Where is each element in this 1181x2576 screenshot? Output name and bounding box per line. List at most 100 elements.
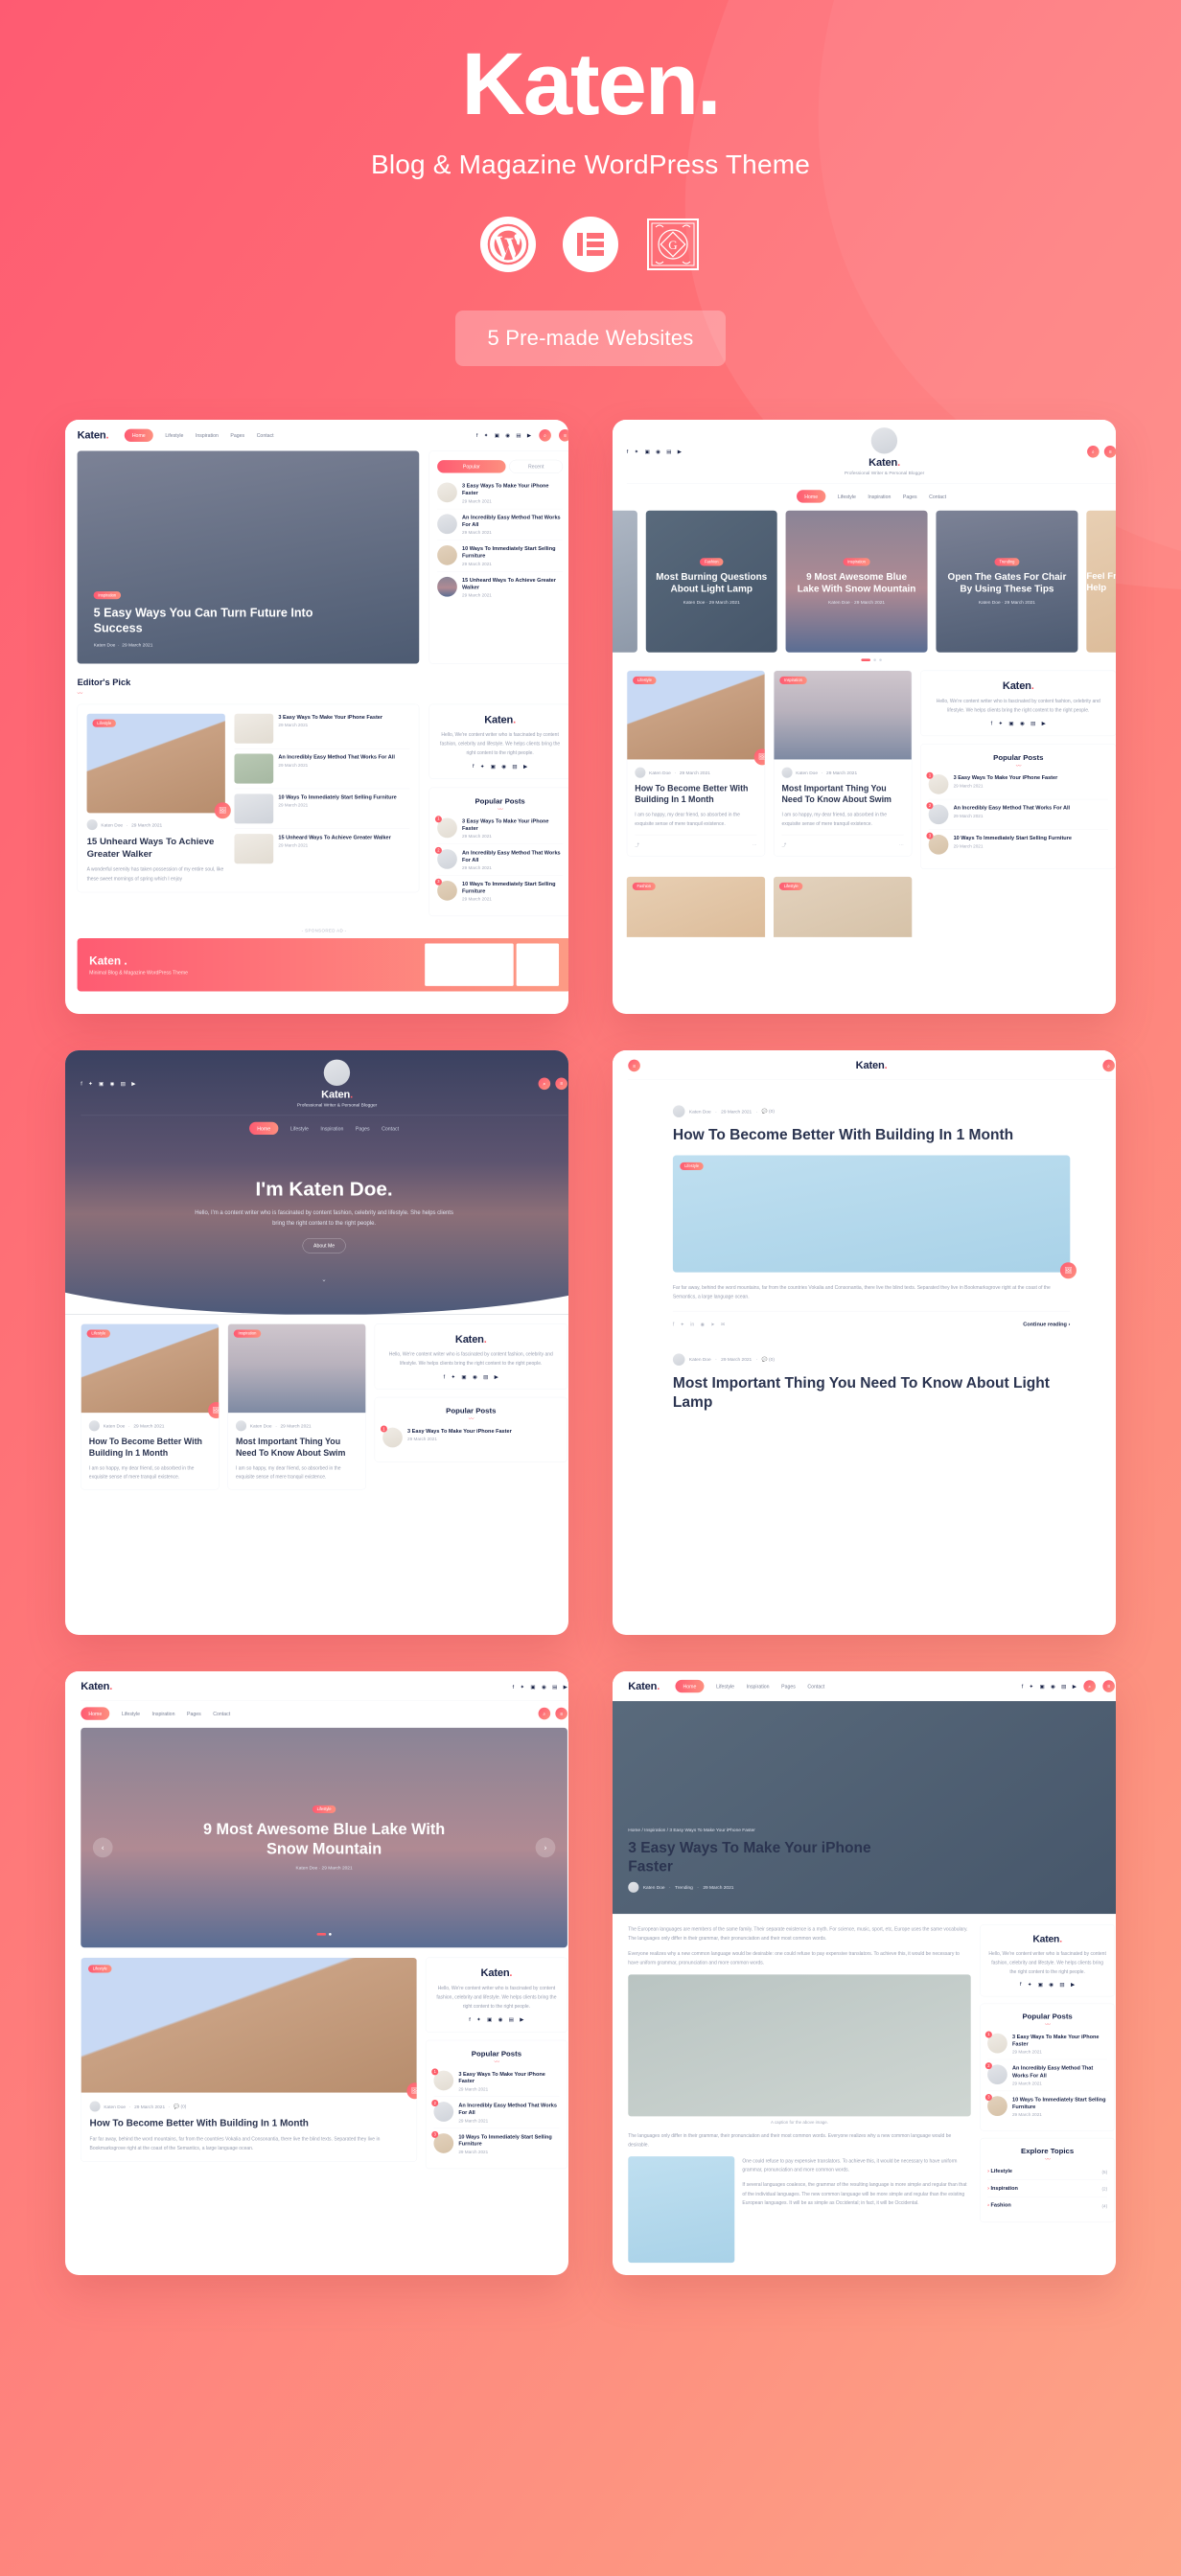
search-button[interactable]: ⌕: [538, 1077, 551, 1090]
breadcrumb-category[interactable]: Inspiration: [644, 1828, 665, 1833]
nav-item-lifestyle[interactable]: Lifestyle: [165, 432, 183, 438]
list-item-title[interactable]: 15 Unheard Ways To Achieve Greater Walke…: [278, 834, 390, 840]
category-tag[interactable]: Trending: [994, 558, 1020, 566]
nav-item-pages[interactable]: Pages: [781, 1684, 796, 1690]
nav-item-pages[interactable]: Pages: [903, 494, 917, 499]
list-item-title[interactable]: An Incredibly Easy Method That Works For…: [462, 514, 563, 528]
search-button[interactable]: ⌕: [539, 428, 551, 442]
menu-button[interactable]: ≡: [555, 1707, 567, 1720]
nav-item-pages[interactable]: Pages: [356, 1125, 370, 1131]
share-links[interactable]: f ✦ in ◉ ➤ ✉: [673, 1322, 725, 1327]
list-item[interactable]: 1 3 Easy Ways To Make Your iPhone Faster…: [434, 813, 564, 845]
facebook-icon[interactable]: f: [469, 2016, 471, 2022]
twitter-icon[interactable]: ✦: [484, 432, 489, 438]
about-social-links[interactable]: f ✦ ▣ ◉ ▤ ▶: [382, 1373, 559, 1379]
behance-icon[interactable]: ▤: [509, 2016, 514, 2022]
slider-item[interactable]: Fashion Most Burning Questions About Lig…: [645, 510, 777, 653]
about-social-links[interactable]: f ✦ ▣ ◉ ▤ ▶: [929, 720, 1108, 726]
slide-title[interactable]: Feel Free Help: [1086, 570, 1116, 593]
behance-icon[interactable]: ▤: [512, 763, 517, 770]
slider-item[interactable]: Inspiration 9 Most Awesome Blue Lake Wit…: [785, 510, 928, 653]
list-item[interactable]: 3 Easy Ways To Make Your iPhone Faster 29…: [437, 477, 564, 510]
pinterest-icon[interactable]: ◉: [1020, 720, 1025, 726]
category-tag[interactable]: Lifestyle: [680, 1162, 704, 1170]
post-card[interactable]: Inspiration Katen Doe · 29 March 2021 Most…: [773, 670, 913, 857]
site-logo[interactable]: Katen.: [78, 429, 109, 442]
slider-item[interactable]: [613, 510, 637, 653]
category-tag[interactable]: Inspiration: [779, 676, 807, 685]
nav-item-inspiration[interactable]: Inspiration: [320, 1125, 343, 1131]
list-item[interactable]: 1 3 Easy Ways To Make Your iPhone Faster…: [926, 770, 1108, 800]
facebook-icon[interactable]: f: [81, 1080, 82, 1086]
list-item-title[interactable]: 10 Ways To Immediately Start Selling Fur…: [954, 835, 1072, 841]
instagram-icon[interactable]: ▣: [645, 448, 650, 454]
twitter-icon[interactable]: ✦: [88, 1080, 93, 1087]
nav-item-inspiration[interactable]: Inspiration: [196, 432, 219, 438]
facebook-icon[interactable]: f: [627, 448, 629, 454]
main-nav[interactable]: Home Lifestyle Inspiration Pages Contact: [675, 1679, 824, 1693]
behance-icon[interactable]: ▤: [552, 1684, 557, 1690]
list-item[interactable]: 15 Unheard Ways To Achieve Greater Walke…: [234, 829, 409, 868]
list-item-title[interactable]: 3 Easy Ways To Make Your iPhone Faster: [407, 1428, 512, 1435]
slider-prev-button[interactable]: ‹: [92, 1837, 113, 1858]
twitter-icon[interactable]: ✦: [480, 763, 485, 770]
menu-button[interactable]: ≡: [555, 1077, 567, 1090]
nav-item-home[interactable]: Home: [124, 428, 153, 442]
mockup-single-post[interactable]: Katen. Home Lifestyle Inspiration Pages …: [613, 1671, 1116, 2275]
twitter-icon[interactable]: ✦: [681, 1322, 684, 1327]
list-item[interactable]: 3 Easy Ways To Make Your iPhone Faster 29…: [234, 713, 410, 749]
instagram-icon[interactable]: ▣: [491, 763, 496, 770]
pinterest-icon[interactable]: ◉: [505, 432, 510, 438]
nav-item-lifestyle[interactable]: Lifestyle: [838, 494, 856, 499]
social-links[interactable]: f ✦ ▣ ◉ ▤ ▶: [81, 1080, 135, 1087]
facebook-icon[interactable]: f: [476, 432, 478, 438]
pinterest-icon[interactable]: ◉: [110, 1080, 115, 1087]
post-tag[interactable]: Trending: [675, 1885, 693, 1891]
post-title[interactable]: Most Important Thing You Need To Know Ab…: [236, 1436, 358, 1459]
category-tag[interactable]: Lifestyle: [312, 1805, 336, 1813]
list-item-title[interactable]: 10 Ways To Immediately Start Selling Fur…: [462, 545, 563, 560]
nav-item-inspiration[interactable]: Inspiration: [868, 494, 891, 499]
featured-post-card[interactable]: Inspiration 5 Easy Ways You Can Turn Fut…: [77, 450, 420, 664]
nav-item-contact[interactable]: Contact: [807, 1684, 824, 1690]
post-image[interactable]: Fashion: [626, 877, 766, 937]
twitter-icon[interactable]: ✦: [998, 720, 1003, 726]
youtube-icon[interactable]: ▶: [1073, 1683, 1077, 1690]
post-title[interactable]: Most Important Thing You Need To Know Ab…: [673, 1373, 1070, 1412]
pinterest-icon[interactable]: ◉: [501, 763, 506, 770]
pinterest-icon[interactable]: ◉: [656, 448, 660, 454]
behance-icon[interactable]: ▤: [516, 432, 521, 438]
nav-item-home[interactable]: Home: [81, 1707, 110, 1720]
nav-item-home[interactable]: Home: [797, 490, 826, 503]
list-item-title[interactable]: 3 Easy Ways To Make Your iPhone Faster: [462, 817, 563, 832]
twitter-icon[interactable]: ✦: [1028, 1981, 1032, 1988]
post-title[interactable]: How To Become Better With Building In 1 …: [89, 1436, 211, 1459]
post-title[interactable]: How To Become Better With Building In 1 …: [90, 2117, 408, 2129]
list-item-title[interactable]: An Incredibly Easy Method That Works For…: [954, 805, 1071, 812]
list-item-title[interactable]: 3 Easy Ways To Make Your iPhone Faster: [458, 2071, 559, 2085]
category-tag[interactable]: Inspiration: [233, 1329, 262, 1338]
comment-count[interactable]: 💬 (0): [762, 1357, 775, 1363]
list-item[interactable]: 15 Unheard Ways To Achieve Greater Walke…: [437, 572, 563, 603]
twitter-icon[interactable]: ✦: [520, 1684, 524, 1690]
post-card[interactable]: Inspiration Katen Doe · 29 March 2021 Most…: [227, 1323, 366, 1490]
nav-item-inspiration[interactable]: Inspiration: [747, 1684, 770, 1690]
nav-item-contact[interactable]: Contact: [929, 494, 946, 499]
youtube-icon[interactable]: ▶: [564, 1684, 567, 1690]
slider-dots[interactable]: [316, 1933, 332, 1936]
behance-icon[interactable]: ▤: [121, 1080, 126, 1087]
nav-item-inspiration[interactable]: Inspiration: [152, 1711, 175, 1716]
category-tag[interactable]: Inspiration: [93, 591, 122, 600]
list-item-title[interactable]: 10 Ways To Immediately Start Selling Fur…: [458, 2133, 559, 2148]
nav-item-lifestyle[interactable]: Lifestyle: [122, 1711, 140, 1716]
mockup-article-list[interactable]: ≡ Katen. ⌕ Katen Doe · 29 March 2021 · 💬 (…: [613, 1050, 1116, 1635]
nav-item-home[interactable]: Home: [675, 1679, 705, 1693]
category-tag[interactable]: Lifestyle: [778, 882, 803, 891]
youtube-icon[interactable]: ▶: [131, 1080, 135, 1087]
list-item[interactable]: 1 3 Easy Ways To Make Your iPhone Faster…: [380, 1423, 559, 1453]
search-button[interactable]: ⌕: [538, 1707, 551, 1720]
search-button[interactable]: ⌕: [1083, 1680, 1096, 1692]
site-logo[interactable]: Katen.: [297, 1089, 377, 1101]
comment-count[interactable]: 💬 (0): [762, 1109, 775, 1115]
more-icon[interactable]: ···: [899, 842, 904, 848]
